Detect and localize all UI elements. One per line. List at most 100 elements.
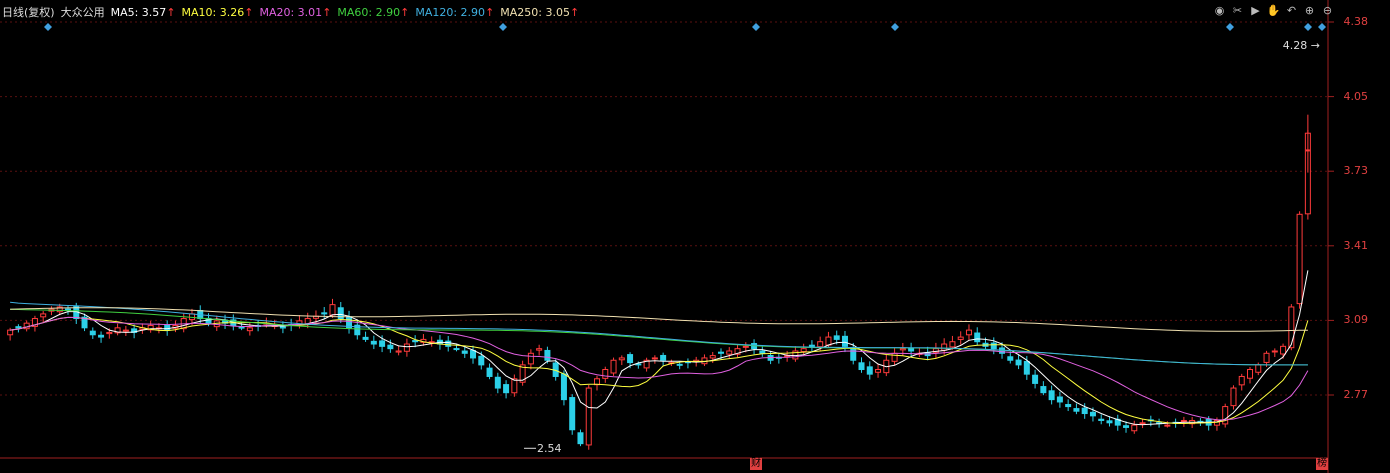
- y-tick-label: 3.73: [1343, 164, 1369, 178]
- candle-body: [627, 354, 634, 364]
- candle-body: [759, 350, 766, 354]
- candlestick-chart[interactable]: [0, 0, 1390, 473]
- candle-body: [461, 350, 468, 354]
- candle-body: [321, 312, 328, 315]
- period-label: 日线(复权): [2, 6, 55, 19]
- candle-body: [370, 340, 377, 345]
- candle-body: [717, 351, 724, 354]
- candle-body: [585, 387, 592, 446]
- scissors-icon[interactable]: ✂: [1231, 4, 1244, 17]
- up-arrow-icon: ↑: [244, 5, 254, 19]
- candle-body: [238, 326, 245, 329]
- candle-body: [1238, 375, 1245, 386]
- candle-body: [1123, 425, 1130, 428]
- candle-body: [808, 344, 815, 347]
- y-tick-label: 3.41: [1343, 238, 1369, 252]
- candle-body: [164, 324, 171, 331]
- candle-body: [560, 373, 567, 401]
- candle-body: [841, 335, 848, 347]
- candle-body: [379, 340, 386, 347]
- candle-body: [279, 326, 286, 329]
- candle-body: [800, 348, 807, 353]
- candle-body: [40, 313, 47, 318]
- candle-body: [362, 336, 369, 340]
- candle-body: [1065, 404, 1072, 408]
- chart-toolbar: ◉ ✂ ▶ ✋ ↶ ⊕ ⊖: [1213, 4, 1334, 17]
- candle-body: [1280, 345, 1287, 355]
- up-arrow-icon: ↑: [485, 5, 495, 19]
- ma-label-2: MA20: 3.01↑: [259, 5, 332, 19]
- candle-body: [709, 355, 716, 359]
- candle-body: [1230, 387, 1237, 407]
- candle-body: [106, 331, 113, 335]
- candle-body: [1247, 369, 1254, 379]
- candle-body: [1139, 422, 1146, 425]
- candle-body: [850, 347, 857, 361]
- up-arrow-icon: ↑: [400, 5, 410, 19]
- undo-icon[interactable]: ↶: [1285, 4, 1298, 17]
- play-icon[interactable]: ▶: [1249, 4, 1262, 17]
- candle-body: [1098, 418, 1105, 421]
- ma20-line: [10, 316, 1309, 421]
- candle-body: [974, 332, 981, 343]
- candle-body: [1180, 419, 1187, 422]
- ma-label-0: MA5: 3.57↑: [110, 5, 176, 19]
- candle-body: [329, 304, 336, 316]
- candle-body: [1056, 396, 1063, 403]
- chart-header: 日线(复权) 大众公用 MA5: 3.57↑ MA10: 3.26↑ MA20: 3…: [2, 4, 579, 20]
- up-arrow-icon: ↑: [166, 5, 176, 19]
- ma5-line: [10, 270, 1309, 426]
- last-price-marker: 4.28 →: [1282, 39, 1320, 52]
- candle-body: [825, 336, 832, 346]
- up-arrow-icon: ↑: [322, 5, 332, 19]
- candle-body: [1255, 364, 1262, 373]
- candle-body: [503, 384, 510, 394]
- candle-body: [1131, 424, 1138, 432]
- candle-body: [742, 345, 749, 348]
- event-diamond-icon: [1226, 23, 1234, 31]
- candle-body: [899, 348, 906, 351]
- candle-body: [569, 397, 576, 431]
- candle-body: [1164, 424, 1171, 427]
- candle-body: [1015, 359, 1022, 366]
- ma-label-3: MA60: 2.90↑: [337, 5, 410, 19]
- ma-legend: MA5: 3.57↑ MA10: 3.26↑ MA20: 3.01↑ MA60: 2.…: [111, 6, 580, 19]
- candle-body: [908, 347, 915, 352]
- candle-body: [833, 335, 840, 340]
- candle-body: [990, 342, 997, 350]
- candle-body: [1089, 411, 1096, 417]
- up-arrow-icon: ↑: [570, 5, 580, 19]
- candle-body: [453, 348, 460, 351]
- spike-body: [1305, 149, 1310, 152]
- candle-body: [1106, 420, 1113, 424]
- candle-body: [618, 357, 625, 361]
- candle-body: [486, 367, 493, 377]
- hand-icon[interactable]: ✋: [1267, 4, 1281, 17]
- candle-body: [957, 336, 964, 340]
- event-diamond-icon: [1304, 23, 1312, 31]
- candle-body: [98, 334, 105, 338]
- candle-body: [478, 355, 485, 366]
- candle-body: [941, 343, 948, 351]
- candle-body: [1023, 360, 1030, 375]
- event-marker-list[interactable]: 榜: [1316, 458, 1328, 470]
- event-marker-finance[interactable]: 财: [750, 458, 762, 470]
- y-tick-label: 3.09: [1343, 313, 1369, 327]
- y-tick-label: 4.38: [1343, 15, 1369, 28]
- candle-body: [445, 340, 452, 347]
- event-diamond-icon: [499, 23, 507, 31]
- candle-body: [188, 313, 195, 321]
- eye-icon[interactable]: ◉: [1213, 4, 1226, 17]
- zoom-out-icon[interactable]: ⊖: [1321, 4, 1334, 17]
- candle-body: [15, 326, 22, 329]
- candle-body: [1048, 390, 1055, 401]
- candle-body: [412, 340, 419, 343]
- ma60-line: [10, 308, 1308, 366]
- candle-body: [660, 354, 667, 361]
- zoom-in-icon[interactable]: ⊕: [1303, 4, 1316, 17]
- candle-body: [602, 369, 609, 379]
- candle-body: [594, 378, 601, 386]
- ma10-line: [10, 316, 1309, 424]
- ma-label-5: MA250: 3.05↑: [500, 5, 580, 19]
- candle-body: [403, 343, 410, 352]
